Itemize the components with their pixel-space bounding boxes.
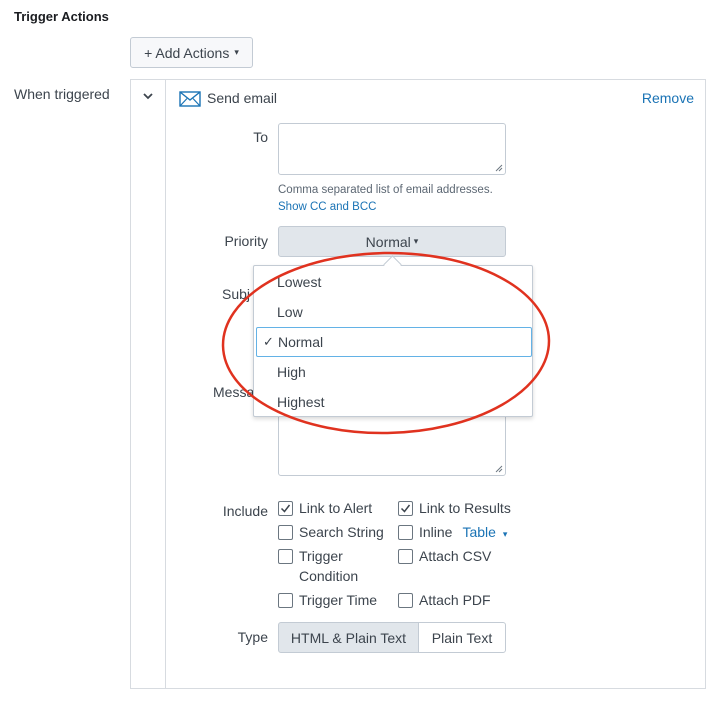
checkbox[interactable]: [278, 549, 293, 564]
priority-option-high[interactable]: High: [254, 357, 532, 387]
subject-label: Subj: [222, 286, 251, 302]
option-label: High: [277, 364, 306, 380]
message-label: Messa: [213, 384, 255, 400]
show-cc-bcc-link[interactable]: Show CC and BCC: [278, 201, 376, 213]
option-label: Lowest: [277, 274, 322, 290]
checkbox[interactable]: [398, 549, 413, 564]
option-label: Highest: [277, 394, 325, 410]
priority-option-low[interactable]: Low: [254, 297, 532, 327]
include-link-to-results[interactable]: Link to Results: [398, 500, 511, 516]
type-label: Type: [237, 629, 268, 645]
resize-grip-icon[interactable]: [495, 465, 503, 473]
add-actions-button[interactable]: + Add Actions ▾: [130, 37, 253, 68]
caret-down-icon: ▾: [413, 236, 419, 246]
checkbox-checked[interactable]: [278, 501, 293, 516]
section-title: Trigger Actions: [14, 9, 109, 24]
checkmark-icon: ✓: [263, 334, 274, 349]
remove-action-link[interactable]: Remove: [642, 90, 694, 106]
checkbox[interactable]: [398, 525, 413, 540]
checkbox-label: Inline: [419, 524, 453, 540]
to-help-text: Comma separated list of email addresses.: [278, 184, 493, 196]
to-label: To: [253, 129, 268, 145]
checkbox-label: Link to Results: [419, 500, 511, 516]
include-search-string[interactable]: Search String: [278, 524, 384, 540]
message-field[interactable]: [278, 408, 506, 476]
checkbox-checked[interactable]: [398, 501, 413, 516]
checkbox-label: Attach CSV: [419, 548, 492, 564]
checkbox[interactable]: [398, 593, 413, 608]
message-field-wrapper: [278, 408, 506, 476]
include-inline[interactable]: Inline Table ▾: [398, 524, 507, 540]
checkbox[interactable]: [278, 525, 293, 540]
include-trigger-time[interactable]: Trigger Time: [278, 592, 377, 608]
to-field-wrapper: [278, 123, 506, 175]
checkmark-icon: [400, 504, 411, 513]
include-attach-csv[interactable]: Attach CSV: [398, 548, 491, 564]
caret-down-icon: ▾: [502, 529, 508, 539]
option-label: Normal: [278, 334, 324, 350]
type-option-html-plain[interactable]: HTML & Plain Text: [278, 622, 419, 653]
panel-divider: [165, 80, 166, 688]
envelope-icon: [179, 91, 201, 107]
resize-grip-icon[interactable]: [495, 164, 503, 172]
action-title: Send email: [207, 90, 278, 106]
include-trigger-condition[interactable]: Trigger Condition: [278, 548, 358, 586]
to-field[interactable]: [278, 123, 506, 175]
when-triggered-label: When triggered: [14, 86, 110, 102]
checkmark-icon: [280, 504, 291, 513]
checkbox[interactable]: [278, 593, 293, 608]
priority-dropdown[interactable]: Normal ▾: [278, 226, 506, 257]
priority-label: Priority: [224, 233, 268, 249]
type-option-plain-text[interactable]: Plain Text: [418, 622, 506, 653]
inline-format-dropdown[interactable]: Table ▾: [462, 524, 507, 540]
checkbox-label-line: Condition: [299, 568, 359, 584]
option-label: Low: [277, 304, 303, 320]
checkbox-label: Link to Alert: [299, 500, 373, 516]
caret-down-icon: ▾: [234, 47, 239, 57]
inline-format-value: Table: [462, 524, 496, 540]
include-label: Include: [222, 503, 268, 519]
include-link-to-alert[interactable]: Link to Alert: [278, 500, 372, 516]
priority-option-highest[interactable]: Highest: [254, 387, 532, 417]
add-actions-label: + Add Actions: [144, 44, 230, 61]
priority-option-normal[interactable]: ✓ Normal: [256, 327, 532, 357]
checkbox-label-line: Trigger: [299, 548, 343, 564]
checkbox-label: Trigger Time: [299, 592, 378, 608]
checkbox-label: Trigger Condition: [299, 546, 358, 586]
checkbox-label: Attach PDF: [419, 592, 491, 608]
chevron-down-icon[interactable]: [140, 88, 156, 104]
priority-selected-value: Normal: [365, 233, 411, 250]
include-attach-pdf[interactable]: Attach PDF: [398, 592, 491, 608]
checkbox-label: Search String: [299, 524, 384, 540]
priority-menu: Lowest Low ✓ Normal High Highest: [253, 265, 533, 417]
